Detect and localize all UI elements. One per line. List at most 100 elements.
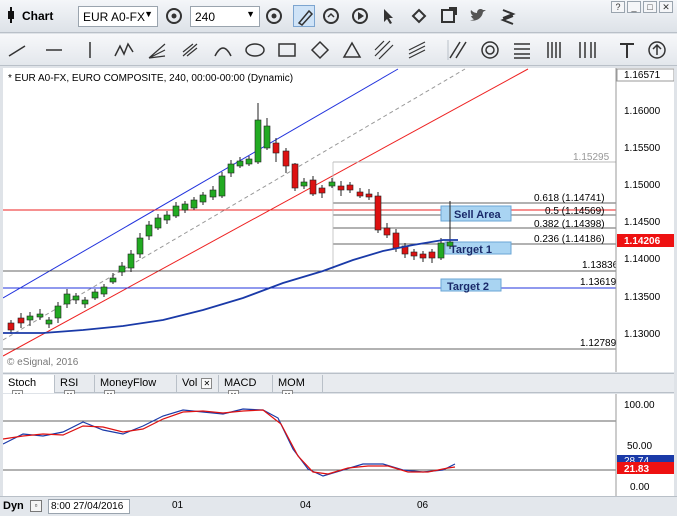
candle[interactable] (199, 194, 207, 203)
candle[interactable] (36, 313, 44, 318)
candle[interactable] (127, 253, 135, 269)
candle[interactable] (254, 119, 262, 163)
candle[interactable] (446, 241, 454, 247)
parallel-channel-tool[interactable] (372, 38, 396, 62)
fan-tool[interactable] (145, 38, 169, 62)
candle[interactable] (365, 193, 373, 198)
candle[interactable] (263, 125, 271, 149)
candle[interactable] (374, 195, 382, 231)
candle[interactable] (346, 184, 354, 191)
cursor-date-field[interactable]: 8:00 27/04/2016 (48, 499, 130, 514)
channel-blue-line[interactable] (3, 68, 399, 299)
candle[interactable] (154, 217, 162, 229)
cursor-button[interactable] (378, 5, 400, 27)
candle[interactable] (100, 286, 108, 295)
candle[interactable] (337, 185, 345, 191)
gann-tool[interactable] (510, 38, 534, 62)
candle[interactable] (136, 237, 144, 255)
candle[interactable] (190, 199, 198, 209)
tab-moneyflow[interactable]: MoneyFlow✕ (95, 375, 177, 401)
candle[interactable] (245, 158, 253, 165)
chevron-down-icon[interactable]: ▼ (246, 9, 255, 19)
lock-icon[interactable]: ▫ (30, 500, 42, 512)
twitter-button[interactable] (467, 5, 489, 27)
candle[interactable] (410, 251, 418, 257)
fibonacci-tool[interactable] (178, 38, 202, 62)
diamond-tool[interactable] (308, 38, 332, 62)
help-button[interactable]: ? (611, 1, 625, 13)
candle[interactable] (145, 224, 153, 237)
candle[interactable] (72, 295, 80, 301)
candle[interactable] (282, 150, 290, 167)
chevron-down-icon[interactable]: ▼ (144, 9, 153, 19)
candle[interactable] (272, 142, 280, 154)
triangle-tool[interactable] (340, 38, 364, 62)
candle[interactable] (356, 191, 364, 197)
text-tool[interactable] (615, 38, 639, 62)
candle[interactable] (318, 187, 326, 194)
line-tool[interactable] (5, 38, 29, 62)
minimize-button[interactable]: _ (627, 1, 641, 13)
close-button[interactable]: ✕ (659, 1, 673, 13)
candle[interactable] (328, 181, 336, 187)
rectangle-tool[interactable] (275, 38, 299, 62)
symbol-input[interactable]: EUR A0-FX ▼ (78, 6, 158, 27)
dynamic-mode-label[interactable]: Dyn (3, 500, 24, 512)
candle[interactable] (163, 214, 171, 221)
candle[interactable] (209, 189, 217, 198)
symbol-settings-button[interactable] (163, 5, 185, 27)
link-button[interactable] (408, 5, 430, 27)
candle[interactable] (172, 205, 180, 217)
tab-stoch[interactable]: Stoch✕ (3, 375, 55, 401)
candle[interactable] (419, 253, 427, 259)
stochastic-pane[interactable]: 100.00 50.00 0.00 28.74 21.83 (3, 394, 674, 496)
candle[interactable] (7, 322, 15, 331)
candle[interactable] (91, 291, 99, 299)
tab-vol[interactable]: Vol ✕ (177, 375, 219, 393)
time-zones-tool[interactable] (575, 38, 599, 62)
candle[interactable] (181, 203, 189, 211)
candle[interactable] (81, 299, 89, 305)
regression-tool[interactable] (446, 38, 470, 62)
shape-tool[interactable] (645, 38, 669, 62)
cycle-tool[interactable] (543, 38, 567, 62)
candle[interactable] (437, 242, 445, 259)
stocktwits-button[interactable] (497, 5, 519, 27)
stochastic-canvas[interactable]: 100.00 50.00 0.00 28.74 21.83 (3, 394, 674, 496)
interval-settings-button[interactable] (263, 5, 285, 27)
channel-midline[interactable] (3, 68, 466, 341)
price-chart-canvas[interactable]: Sell Area Target 1 Target 2 1.15295 0.61… (3, 68, 674, 372)
candle[interactable] (392, 232, 400, 249)
refresh-button[interactable] (320, 5, 342, 27)
tab-macd[interactable]: MACD✕ (219, 375, 273, 401)
maximize-button[interactable]: □ (643, 1, 657, 13)
andrews-tool[interactable] (405, 38, 429, 62)
elliott-tool[interactable] (112, 38, 136, 62)
candle[interactable] (26, 315, 34, 321)
circle-tool[interactable] (478, 38, 502, 62)
candle[interactable] (309, 179, 317, 195)
replay-button[interactable] (349, 5, 371, 27)
price-chart[interactable]: Sell Area Target 1 Target 2 1.15295 0.61… (3, 68, 674, 372)
candle[interactable] (54, 305, 62, 319)
interval-input[interactable]: 240 ▼ (190, 6, 260, 27)
stoch-d-line[interactable] (3, 409, 456, 475)
horizontal-line-tool[interactable] (42, 38, 66, 62)
candle[interactable] (236, 160, 244, 167)
candle[interactable] (63, 293, 71, 305)
candle[interactable] (118, 265, 126, 273)
candle[interactable] (218, 175, 226, 197)
candle[interactable] (45, 319, 53, 325)
arc-tool[interactable] (211, 38, 235, 62)
ellipse-tool[interactable] (243, 38, 267, 62)
tab-rsi[interactable]: RSI✕ (55, 375, 95, 401)
candle[interactable] (300, 181, 308, 187)
candle[interactable] (227, 163, 235, 174)
candle[interactable] (109, 277, 117, 283)
draw-mode-button[interactable] (293, 5, 315, 27)
vertical-line-tool[interactable] (78, 38, 102, 62)
candle[interactable] (383, 227, 391, 236)
candle[interactable] (17, 317, 25, 324)
candle[interactable] (428, 251, 436, 259)
close-icon[interactable]: ✕ (201, 378, 213, 389)
